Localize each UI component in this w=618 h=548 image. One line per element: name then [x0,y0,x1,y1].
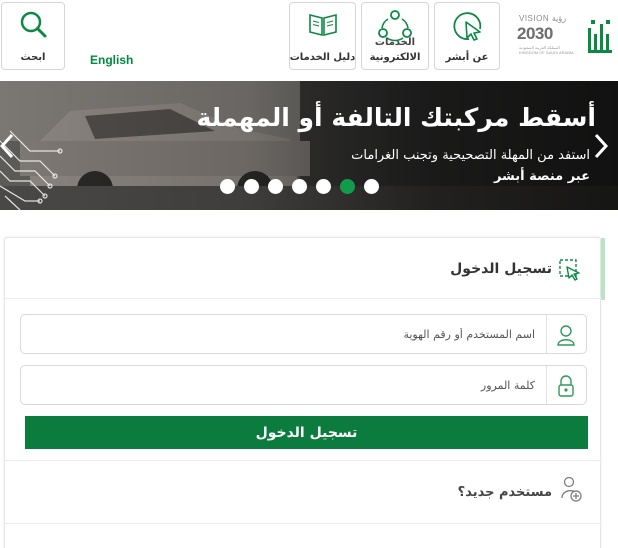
cursor-click-icon [559,259,581,285]
promo-banner: أسقط مركبتك التالفة أو المهملة استفد من … [0,81,618,210]
banner-link[interactable]: عبر منصة أبشر [494,169,590,184]
divider [5,460,602,461]
eservices-label: الالكترونية [369,52,421,63]
login-button[interactable]: تسجيل الدخول [25,416,588,449]
eservices-label-top: الخدمات [374,37,416,48]
carousel-dot[interactable] [220,179,235,194]
chevron-left-icon[interactable] [0,131,18,161]
carousel-dot[interactable] [340,179,355,194]
login-title: تسجيل الدخول [450,261,552,277]
cursor-icon [449,9,485,47]
search-label: ابحث [20,52,46,63]
user-icon [561,543,583,548]
vision-2030-logo: VISION رؤية 2030 المملكة العربية السعودي… [515,12,577,62]
chevron-right-icon[interactable] [590,131,612,161]
site-header: ابحث English دليل الخدمات الخدمات الالكت… [0,0,618,80]
password-field [20,365,587,405]
carousel-dot[interactable] [292,179,307,194]
english-language-link[interactable]: English [90,53,133,67]
vision-title: VISION رؤية [519,14,567,23]
login-card: تسجيل الدخول تسجيل الدخول [4,237,605,548]
services-guide-button[interactable]: دليل الخدمات [289,2,356,70]
carousel-dot[interactable] [268,179,283,194]
carousel-dot[interactable] [244,179,259,194]
login-header: تسجيل الدخول [5,238,602,299]
search-button[interactable]: ابحث [1,2,65,70]
banner-title: أسقط مركبتك التالفة أو المهملة [196,103,596,132]
vision-subtitle: المملكة العربية السعودية KINGDOM OF SAUD… [519,45,574,55]
carousel-dot[interactable] [316,179,331,194]
absher-logo [586,16,614,56]
divider [5,523,602,524]
carousel-dots [220,179,379,194]
lock-icon [556,375,576,401]
user-icon [556,324,576,350]
new-user-link[interactable]: مستخدم جديد؟ [458,485,552,500]
username-input[interactable] [23,317,543,351]
banner-subtitle: استفد من المهلة التصحيحية وتجنب الغرامات [351,148,590,163]
password-input[interactable] [23,368,543,402]
about-absher-button[interactable]: عن أبشر [434,2,500,70]
services-guide-label: دليل الخدمات [289,52,356,63]
field-divider [546,315,547,353]
book-icon [307,9,339,43]
carousel-dot[interactable] [364,179,379,194]
search-icon [18,9,48,43]
vision-year: 2030 [517,24,553,43]
add-user-icon [561,476,583,506]
field-divider [546,366,547,404]
username-field [20,314,587,354]
eservices-button[interactable]: الخدمات الالكترونية [361,2,429,70]
about-absher-label: عن أبشر [445,52,489,63]
